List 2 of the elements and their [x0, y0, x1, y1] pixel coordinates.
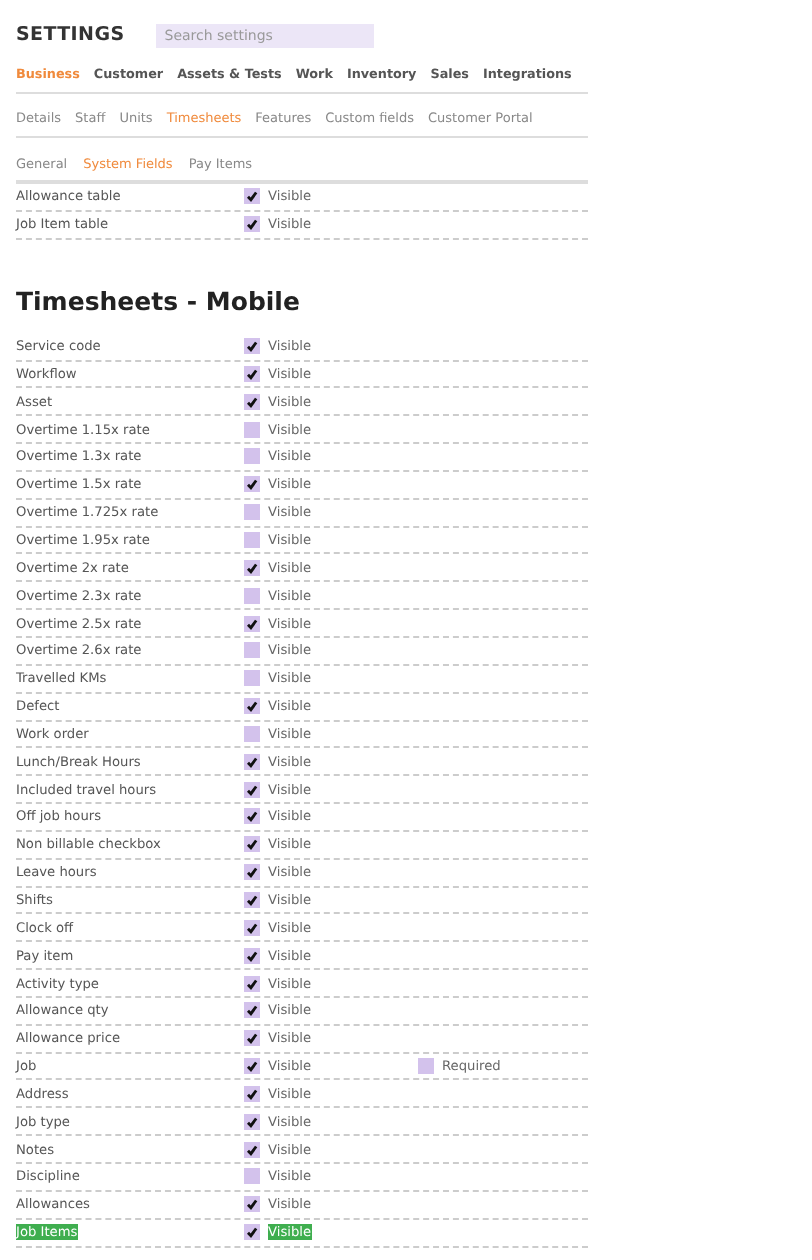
section-heading: Timesheets - Mobile — [16, 285, 302, 316]
page-title: SETTINGS — [16, 24, 125, 46]
